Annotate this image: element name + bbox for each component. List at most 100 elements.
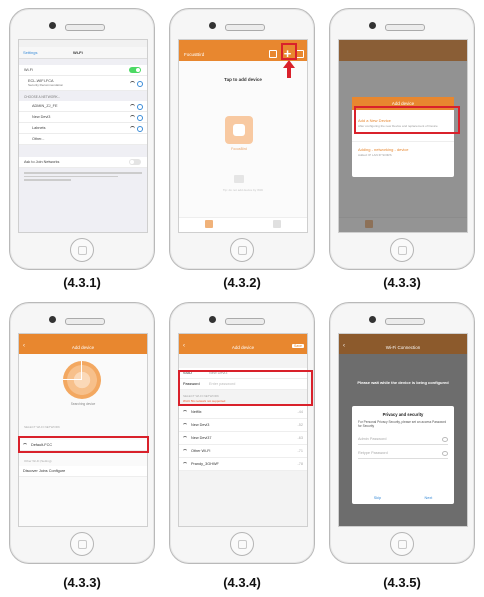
edit-icon[interactable] [269, 50, 277, 58]
ask-join-label: Ask to Join Networks [24, 160, 60, 164]
network-row[interactable]: New Devi37 -63 [179, 432, 307, 445]
network-row[interactable]: Prandy_3GHWF -78 [179, 458, 307, 471]
page-title: Add device [71, 345, 95, 350]
back-icon[interactable]: ‹ [343, 343, 345, 349]
app-title: FocusBird [184, 51, 205, 57]
speaker-grille [385, 318, 425, 325]
option-networking-device[interactable]: Adding - networking - device Added: IP L… [352, 141, 454, 162]
info-icon[interactable] [137, 115, 143, 121]
home-button[interactable] [390, 238, 414, 262]
caption-4-3-3: (4.3.3) [383, 275, 421, 290]
network-name: ADMIN_ZJ_FE [32, 104, 58, 108]
speaker-grille [385, 24, 425, 31]
radar-icon [63, 361, 101, 399]
network-name: New Devi3 [191, 423, 210, 427]
connected-network-sub: Security Recommendation [28, 83, 64, 87]
app-header: ‹ Wi-Fi Connection [339, 341, 467, 354]
signal-value: -52 [297, 423, 304, 427]
option-subtitle: Added: IP LAN IP SOIRS [358, 153, 392, 157]
wifi-icon [183, 422, 187, 428]
scan-label: Searching device [70, 402, 96, 406]
network-name: Other... [32, 137, 45, 141]
network-row[interactable]: New Devi3 [19, 112, 147, 123]
page-title: Wi-Fi Connection [385, 345, 421, 350]
app-header: ‹ Add device Save [179, 341, 307, 354]
field-label: Retype Password [358, 451, 388, 455]
home-tab-icon[interactable] [205, 220, 213, 228]
retype-password-field[interactable]: Retype Password [358, 448, 448, 459]
save-button[interactable]: Save [292, 344, 304, 348]
device-tile[interactable] [225, 116, 253, 144]
camera-dot [209, 22, 216, 29]
camera-dot [369, 22, 376, 29]
speaker-grille [65, 318, 105, 325]
network-name: Labnets [32, 126, 46, 130]
connected-network-row[interactable]: ECL-WIFI-FCA Security Recommendation [19, 76, 147, 91]
status-bar [339, 334, 467, 341]
screen-searching-device: ‹ Add device Searching device SELECT WI-… [18, 333, 148, 527]
home-button[interactable] [230, 238, 254, 262]
back-icon[interactable]: ‹ [183, 343, 185, 349]
info-icon[interactable] [137, 81, 143, 87]
info-icon[interactable] [137, 126, 143, 132]
caption-4-3-4: (4.3.4) [223, 575, 261, 590]
camera-dot [49, 22, 56, 29]
signal-value: -63 [297, 436, 304, 440]
home-button[interactable] [390, 532, 414, 556]
field-label: Admin Password [358, 437, 387, 441]
caption-4-3-1: (4.3.1) [63, 275, 101, 290]
network-name: New Devi3 [32, 115, 51, 119]
eye-icon[interactable] [442, 450, 448, 456]
speaker-grille [225, 24, 265, 31]
nav-bar: Settings Wi-Fi [19, 47, 147, 59]
dialog-body: For Personal Privacy Security, please se… [358, 420, 447, 428]
ask-join-toggle[interactable] [129, 159, 141, 165]
network-row[interactable]: New Devi3 -52 [179, 419, 307, 432]
status-bar [179, 334, 307, 341]
app-header: ‹ Add device [19, 341, 147, 354]
menu-icon[interactable] [296, 50, 304, 58]
network-row[interactable]: Other Wi-Fi -71 [179, 445, 307, 458]
wifi-signal-icon [130, 126, 135, 131]
phone-privacy-dialog: ‹ Wi-Fi Connection Please wait while the… [329, 302, 475, 564]
red-arrow-head [283, 60, 295, 68]
network-row[interactable]: Labnets [19, 123, 147, 134]
device-icon [233, 124, 245, 136]
wifi-signal-icon [130, 104, 135, 109]
ask-join-row: Ask to Join Networks [19, 157, 147, 168]
back-icon[interactable]: ‹ [23, 343, 25, 349]
back-button[interactable]: Settings [23, 50, 37, 55]
radar-sweep [63, 379, 82, 380]
wifi-signal-icon [130, 81, 135, 86]
next-button[interactable]: Next [424, 496, 432, 500]
page-title: Add device [231, 345, 255, 350]
eye-icon[interactable] [442, 436, 448, 442]
device-name: FocusBird [231, 147, 247, 151]
network-row[interactable]: Netflix -44 [179, 406, 307, 419]
screen-privacy-dialog: ‹ Wi-Fi Connection Please wait while the… [338, 333, 468, 527]
home-button[interactable] [70, 532, 94, 556]
home-button[interactable] [230, 532, 254, 556]
radar-sweep [81, 361, 82, 380]
highlight-box-add-button [281, 43, 297, 60]
highlight-box-credentials [178, 370, 313, 406]
phone-searching-device: ‹ Add device Searching device SELECT WI-… [9, 302, 155, 564]
section-header: CHOOSE A NETWORK... [24, 95, 61, 99]
wifi-icon [183, 448, 187, 454]
wifi-label: Wi-Fi [24, 68, 33, 72]
network-row[interactable]: ADMIN_ZJ_FE [19, 101, 147, 112]
section-header: Other Wi-Fi (Setting) [24, 459, 52, 463]
caption-4-3-5: (4.3.5) [383, 575, 421, 590]
home-button[interactable] [70, 238, 94, 262]
admin-password-field[interactable]: Admin Password [358, 434, 448, 445]
skip-button[interactable]: Skip [374, 496, 381, 500]
privacy-dialog: Privacy and security For Personal Privac… [352, 406, 454, 504]
network-row-other[interactable]: Other... [19, 134, 147, 145]
highlight-box-add-new-device [354, 106, 460, 134]
info-icon[interactable] [137, 104, 143, 110]
signal-value: -44 [297, 410, 304, 414]
other-network-row[interactable]: Discover Joins Configure [19, 466, 147, 477]
profile-tab-icon[interactable] [273, 220, 281, 228]
page-title: Wi-Fi [73, 50, 83, 55]
wifi-toggle[interactable] [129, 67, 141, 73]
